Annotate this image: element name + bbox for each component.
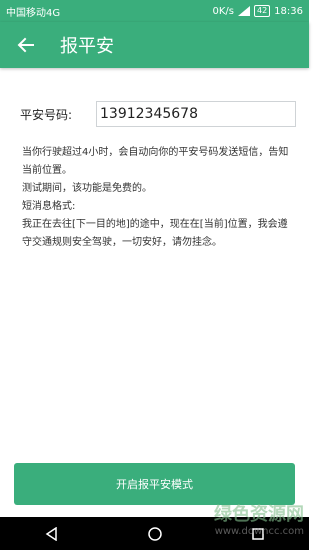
nav-recents-button[interactable] xyxy=(238,517,278,550)
info-line-3: 短消息格式: xyxy=(22,201,76,212)
back-button[interactable] xyxy=(6,22,46,68)
info-line-2: 测试期间，该功能是免费的。 xyxy=(22,183,152,194)
nav-back-button[interactable] xyxy=(32,517,72,550)
start-safety-mode-button[interactable]: 开启报平安模式 xyxy=(14,463,295,505)
status-indicators: 0K/s 42 18:36 xyxy=(212,5,303,17)
system-nav-bar xyxy=(0,517,309,550)
back-triangle-icon xyxy=(45,526,57,541)
status-bar: 中国移动4G 0K/s 42 18:36 xyxy=(0,0,309,22)
arrow-left-icon xyxy=(17,37,34,53)
page-title: 报平安 xyxy=(60,36,114,57)
phone-field-row: 平安号码: xyxy=(20,100,296,128)
phone-input[interactable] xyxy=(96,101,296,127)
info-text: 当你行驶超过4小时，会自动向你的平安号码发送短信，告知当前位置。 测试期间，该功… xyxy=(22,144,292,252)
carrier-label: 中国移动4G xyxy=(6,7,61,19)
network-speed: 0K/s xyxy=(212,5,234,17)
info-line-4: 我正在去往[下一目的地]的途中，现在在[当前]位置，我会遵守交通规则安全驾驶，一… xyxy=(22,219,288,248)
phone-label: 平安号码: xyxy=(20,107,73,122)
recents-square-icon xyxy=(251,527,264,540)
clock: 18:36 xyxy=(274,5,303,17)
nav-home-button[interactable] xyxy=(135,517,175,550)
battery-icon: 42 xyxy=(253,5,271,17)
app-bar: 报平安 xyxy=(0,22,309,68)
info-line-1: 当你行驶超过4小时，会自动向你的平安号码发送短信，告知当前位置。 xyxy=(22,147,289,176)
home-circle-icon xyxy=(147,526,162,541)
signal-icon xyxy=(237,6,250,16)
